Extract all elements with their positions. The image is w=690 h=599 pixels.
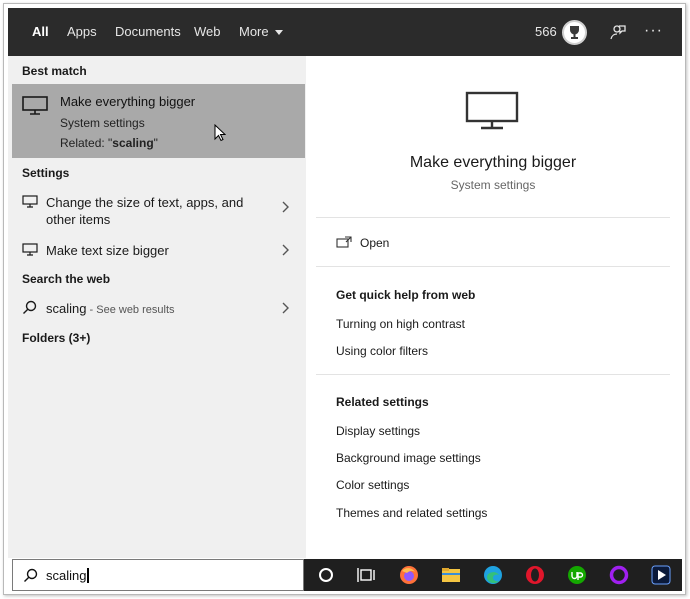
search-icon: [23, 568, 38, 588]
related-term: scaling: [112, 136, 154, 150]
settings-item-label: Make text size bigger: [46, 243, 169, 258]
best-match-heading: Best match: [22, 64, 87, 78]
task-view-icon[interactable]: [357, 565, 377, 585]
trophy-icon[interactable]: [562, 20, 587, 45]
best-match-subtitle: System settings: [60, 116, 145, 130]
opera-icon[interactable]: [525, 565, 545, 585]
settings-heading: Settings: [22, 166, 70, 180]
chevron-right-icon: [281, 301, 289, 319]
mouse-cursor-icon: [214, 123, 227, 147]
upwork-icon[interactable]: [567, 565, 587, 585]
related-link-display[interactable]: Display settings: [336, 424, 420, 438]
tab-all[interactable]: All: [32, 8, 49, 56]
related-link-color[interactable]: Color settings: [336, 478, 409, 492]
tab-more[interactable]: More: [239, 8, 283, 56]
search-input[interactable]: scaling: [12, 559, 304, 591]
preview-subtitle: System settings: [450, 178, 536, 192]
taskbar: [304, 559, 682, 591]
folders-heading[interactable]: Folders (3+): [22, 331, 90, 345]
settings-item-text-size[interactable]: Make text size bigger: [12, 238, 305, 262]
tab-web[interactable]: Web: [194, 8, 221, 56]
monitor-icon: [465, 91, 519, 136]
text-caret: [87, 568, 90, 583]
open-button[interactable]: Open: [360, 236, 389, 250]
chevron-right-icon: [281, 200, 289, 218]
search-text: scaling: [46, 568, 90, 583]
monitor-icon: [22, 195, 38, 214]
related-link-themes[interactable]: Themes and related settings: [336, 506, 487, 520]
feedback-icon[interactable]: [608, 23, 626, 46]
search-icon: [22, 300, 37, 320]
divider: [316, 217, 670, 218]
help-link-color-filters[interactable]: Using color filters: [336, 344, 428, 358]
help-link-high-contrast[interactable]: Turning on high contrast: [336, 317, 465, 331]
best-match-title: Make everything bigger: [60, 94, 196, 109]
related-settings-heading: Related settings: [336, 395, 429, 409]
tab-apps[interactable]: Apps: [67, 8, 97, 56]
rewards-points: 566: [535, 24, 557, 39]
best-match-result[interactable]: Make everything bigger System settings R…: [12, 84, 305, 158]
divider: [316, 266, 670, 267]
preview-title: Make everything bigger: [409, 154, 577, 171]
chevron-down-icon: [274, 30, 283, 36]
monitor-icon: [22, 96, 48, 121]
firefox-icon[interactable]: [399, 565, 419, 585]
filter-bar: All Apps Documents Web More 566 ···: [8, 8, 682, 56]
web-search-label: scaling - See web results: [46, 301, 175, 316]
open-icon: [336, 235, 352, 253]
related-link-background[interactable]: Background image settings: [336, 451, 481, 465]
settings-item-label: Change the size of text, apps, and other …: [46, 195, 244, 227]
cortana-icon[interactable]: [316, 565, 336, 585]
best-match-related: Related: "scaling": [60, 136, 158, 150]
monitor-icon: [22, 243, 38, 262]
more-options-icon[interactable]: ···: [644, 8, 663, 56]
search-web-heading: Search the web: [22, 272, 111, 286]
preview-pane: Make everything bigger System settings O…: [316, 67, 670, 558]
divider: [316, 374, 670, 375]
media-player-icon[interactable]: [651, 565, 671, 585]
settings-item-change-size[interactable]: Change the size of text, apps, and other …: [12, 190, 305, 230]
chevron-right-icon: [281, 243, 289, 261]
file-explorer-icon[interactable]: [441, 565, 461, 585]
edge-icon[interactable]: [483, 565, 503, 585]
quick-help-heading: Get quick help from web: [336, 288, 476, 302]
tab-more-label: More: [239, 24, 269, 39]
web-search-result[interactable]: scaling - See web results: [12, 296, 305, 320]
tab-documents[interactable]: Documents: [115, 8, 181, 56]
results-pane: Best match Make everything bigger System…: [8, 56, 306, 558]
circle-app-icon[interactable]: [609, 565, 629, 585]
